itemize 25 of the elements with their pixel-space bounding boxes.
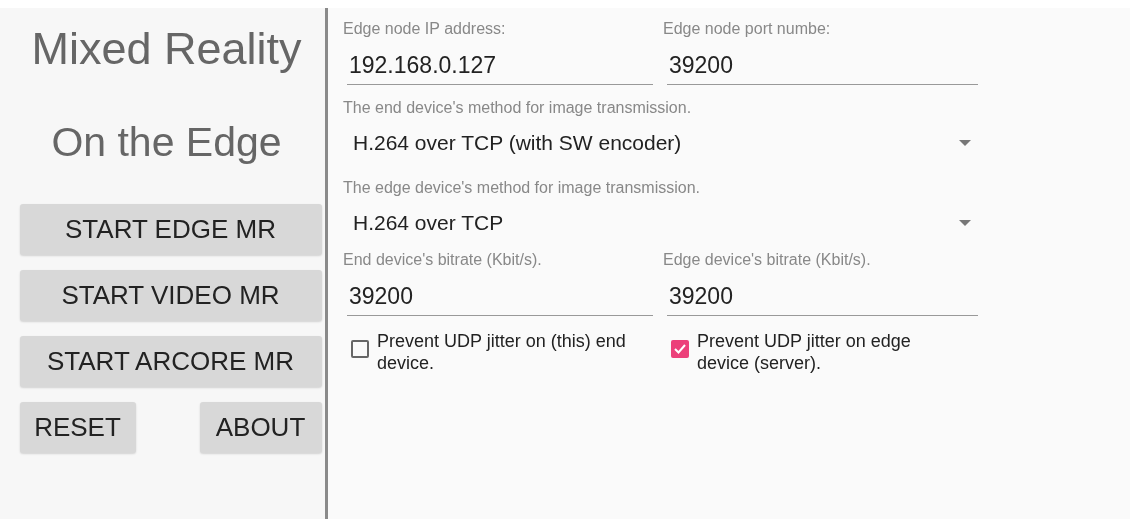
caret-icon (959, 140, 971, 146)
field-label: Edge device's bitrate (Kbit/s). (663, 251, 872, 270)
input-field[interactable]: 192.168.0.127 (347, 52, 653, 85)
app-subtitle: On the Edge (51, 119, 282, 166)
action-button[interactable]: RESET (19, 402, 136, 453)
input-field[interactable]: 39200 (667, 283, 978, 316)
field-label: Edge node IP address: (343, 20, 507, 39)
dropdown-label: The edge device's method for image transmission. (343, 179, 701, 197)
dropdown-label: The end device's method for image transmission. (343, 99, 693, 117)
input-field[interactable]: 39200 (347, 283, 653, 316)
checkbox[interactable] (671, 340, 689, 358)
checkbox-label: Prevent UDP jitter on edge device (server). (697, 330, 912, 374)
dropdown[interactable]: H.264 over TCP (343, 197, 971, 245)
field-label: End device's bitrate (Kbit/s). (343, 251, 543, 270)
dropdown[interactable]: H.264 over TCP (with SW encoder) (343, 117, 971, 165)
checkbox-label: Prevent UDP jitter on (this) end device. (377, 330, 627, 374)
action-button[interactable]: START EDGE MR (19, 204, 322, 255)
checkbox[interactable] (351, 340, 369, 358)
input-field[interactable]: 39200 (667, 52, 978, 85)
action-button[interactable]: ABOUT (199, 402, 322, 453)
action-button[interactable]: START VIDEO MR (19, 270, 322, 321)
caret-icon (959, 220, 971, 226)
app-title: Mixed Reality (31, 23, 302, 75)
action-button[interactable]: START ARCORE MR (19, 336, 322, 387)
field-label: Edge node port numbe: (663, 20, 832, 39)
